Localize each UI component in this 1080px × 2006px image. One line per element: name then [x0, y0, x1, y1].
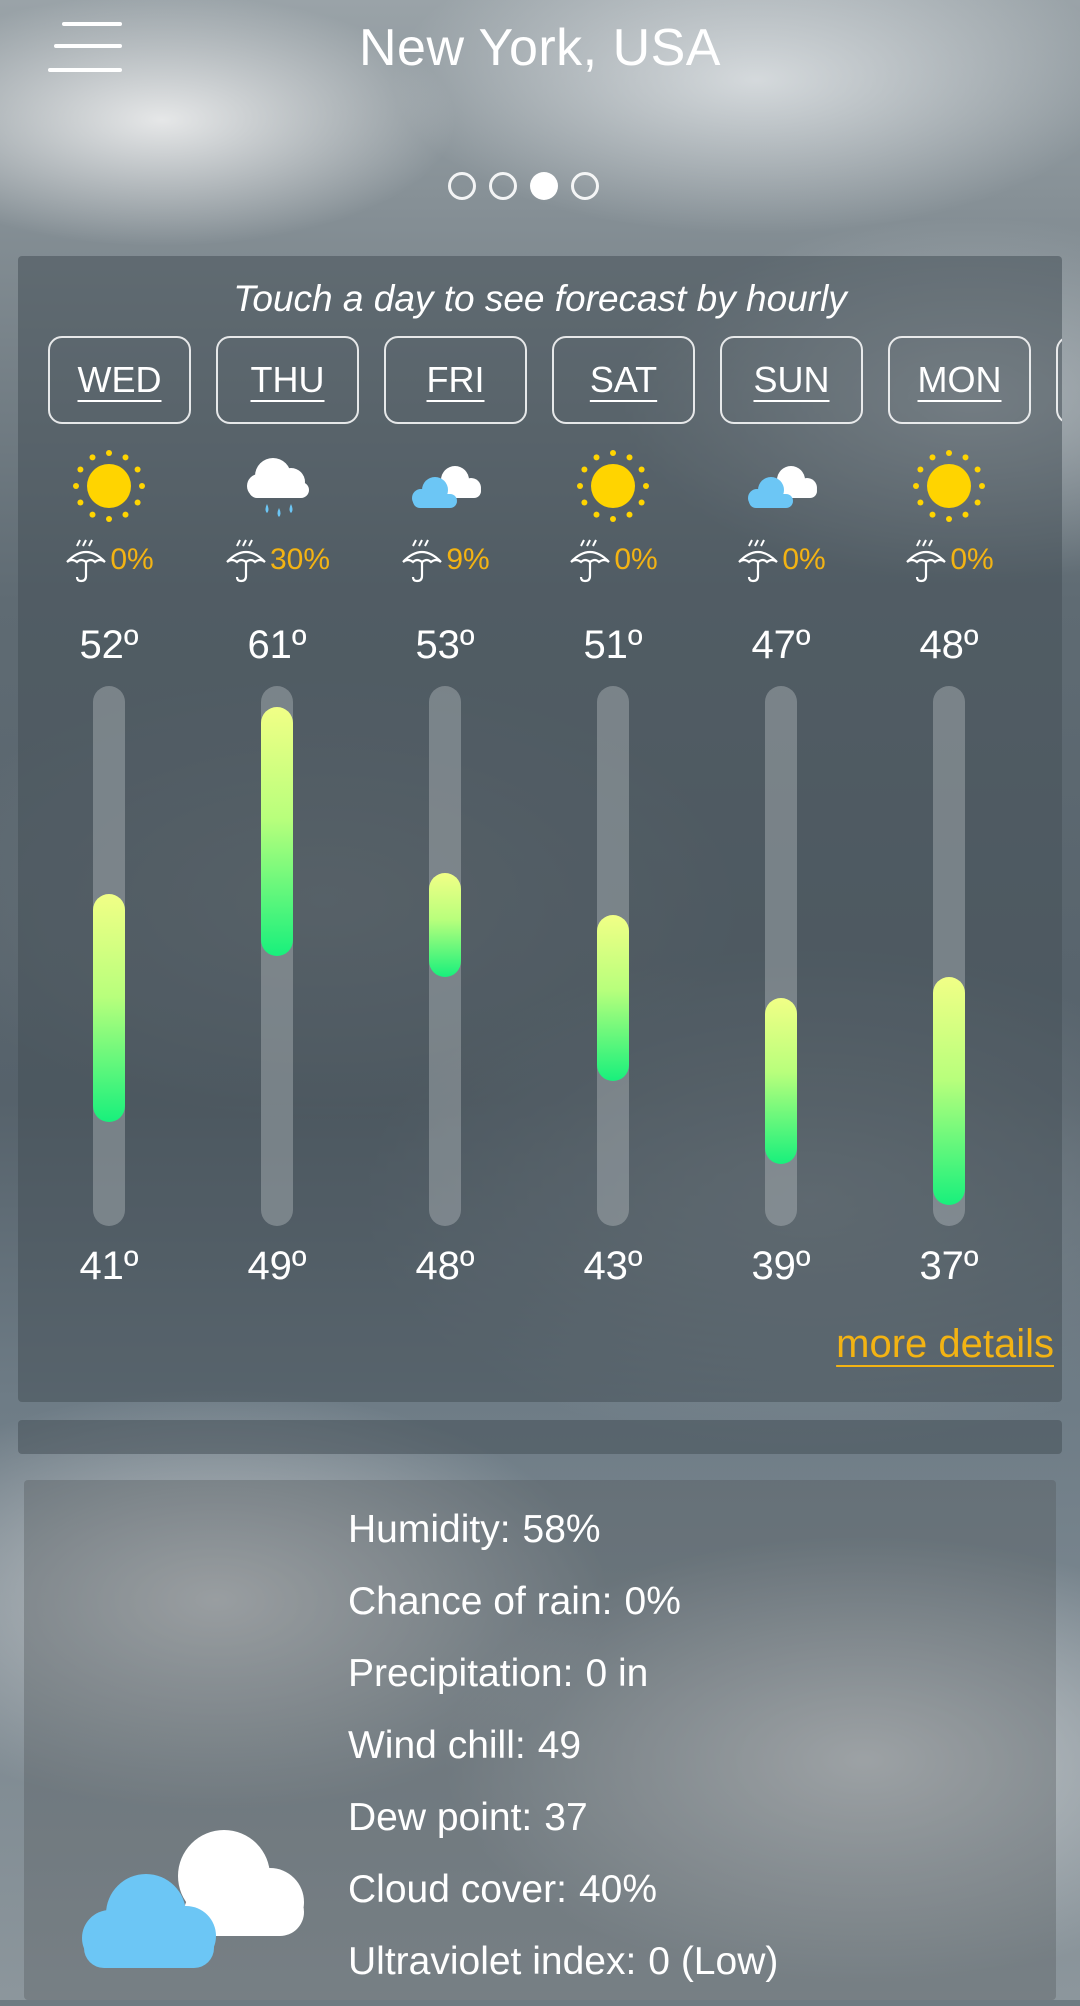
- temp-range-fill: [765, 997, 797, 1164]
- high-temp: 61º: [247, 623, 307, 667]
- temp-range-fill: [93, 893, 125, 1123]
- temp-range-track: [261, 686, 293, 1226]
- sun-icon: [73, 450, 145, 522]
- detail-humidity: Humidity: 58%: [348, 1508, 601, 1551]
- high-temp: 51º: [583, 623, 643, 667]
- detail-cloud-cover: Cloud cover: 40%: [348, 1868, 657, 1911]
- detail-chance-of-rain: Chance of rain: 0%: [348, 1580, 681, 1623]
- detail-precipitation: Precipitation: 0 in: [348, 1652, 649, 1695]
- page-dot-2[interactable]: [489, 172, 517, 200]
- high-temp: 53º: [415, 623, 475, 667]
- rain-chance: 0%: [865, 536, 1033, 584]
- high-temp: 47º: [751, 623, 811, 667]
- forecast-column-mon[interactable]: 0% 48º 37º: [865, 256, 1033, 1402]
- temp-range-track: [93, 686, 125, 1226]
- rain-chance: 0%: [697, 536, 865, 584]
- rain-chance-value: 9%: [446, 543, 490, 576]
- partly-cloudy-icon: [412, 466, 481, 508]
- low-temp: 41º: [79, 1244, 139, 1288]
- rain-chance: 30%: [193, 536, 361, 584]
- high-temp: 48º: [919, 623, 979, 667]
- temp-range-track: [933, 686, 965, 1226]
- detail-dew-point: Dew point: 37: [348, 1796, 588, 1839]
- details-list: Humidity: 58% Chance of rain: 0% Precipita…: [348, 1502, 778, 2006]
- temp-range-fill: [933, 976, 965, 1206]
- rain-chance-value: 0%: [950, 543, 994, 576]
- rain-chance: 9%: [361, 536, 529, 584]
- temp-range-fill: [429, 872, 461, 977]
- rain-chance-value: 0%: [782, 543, 826, 576]
- umbrella-icon: [906, 539, 947, 583]
- umbrella-icon: [66, 539, 107, 583]
- page-dot-4[interactable]: [571, 172, 599, 200]
- partly-cloudy-icon: [748, 466, 817, 508]
- temp-range-track: [765, 686, 797, 1226]
- low-temp: 37º: [919, 1244, 979, 1288]
- temp-range-fill: [261, 706, 293, 956]
- forecast-column-thu[interactable]: 30% 61º 49º: [193, 256, 361, 1402]
- forecast-column-sat[interactable]: 0% 51º 43º: [529, 256, 697, 1402]
- low-temp: 49º: [247, 1244, 307, 1288]
- page-title: New York, USA: [359, 19, 721, 77]
- sun-icon: [913, 450, 985, 522]
- page-dot-1[interactable]: [448, 172, 476, 200]
- temp-range-track: [597, 686, 629, 1226]
- low-temp: 48º: [415, 1244, 475, 1288]
- umbrella-icon: [226, 539, 266, 583]
- rain-chance: 0%: [529, 536, 697, 584]
- day-button-next-partial[interactable]: [1056, 336, 1062, 424]
- low-temp: 39º: [751, 1244, 811, 1288]
- forecast-column-wed[interactable]: 0% 52º 41º: [25, 256, 193, 1402]
- umbrella-icon: [738, 539, 779, 583]
- forecast-column-fri[interactable]: 9% 53º 48º: [361, 256, 529, 1402]
- rain-chance-value: 0%: [614, 543, 658, 576]
- details-panel: Humidity: 58% Chance of rain: 0% Precipita…: [24, 1480, 1056, 2000]
- sun-icon: [577, 450, 649, 522]
- low-temp: 43º: [583, 1244, 643, 1288]
- forecast-column-sun[interactable]: 0% 47º 39º: [697, 256, 865, 1402]
- cloudy-icon: [82, 1830, 304, 1968]
- rain-chance-value: 0%: [110, 543, 154, 576]
- daily-forecast-panel: Touch a day to see forecast by hourly WE…: [18, 256, 1062, 1402]
- temp-range-track: [429, 686, 461, 1226]
- rain-chance-value: 30%: [269, 543, 331, 576]
- temp-range-fill: [597, 914, 629, 1081]
- rain-cloud-icon: [247, 458, 309, 517]
- detail-uv-index: Ultraviolet index: 0 (Low): [348, 1940, 779, 1983]
- umbrella-icon: [570, 539, 611, 583]
- umbrella-icon: [402, 539, 443, 583]
- more-details-link[interactable]: more details: [836, 1322, 1054, 1367]
- page-indicator: [448, 172, 599, 200]
- high-temp: 52º: [79, 623, 139, 667]
- rain-chance: 0%: [25, 536, 193, 584]
- page-dot-3[interactable]: [530, 172, 558, 200]
- divider-bar: [18, 1420, 1062, 1454]
- detail-wind-chill: Wind chill: 49: [348, 1724, 582, 1767]
